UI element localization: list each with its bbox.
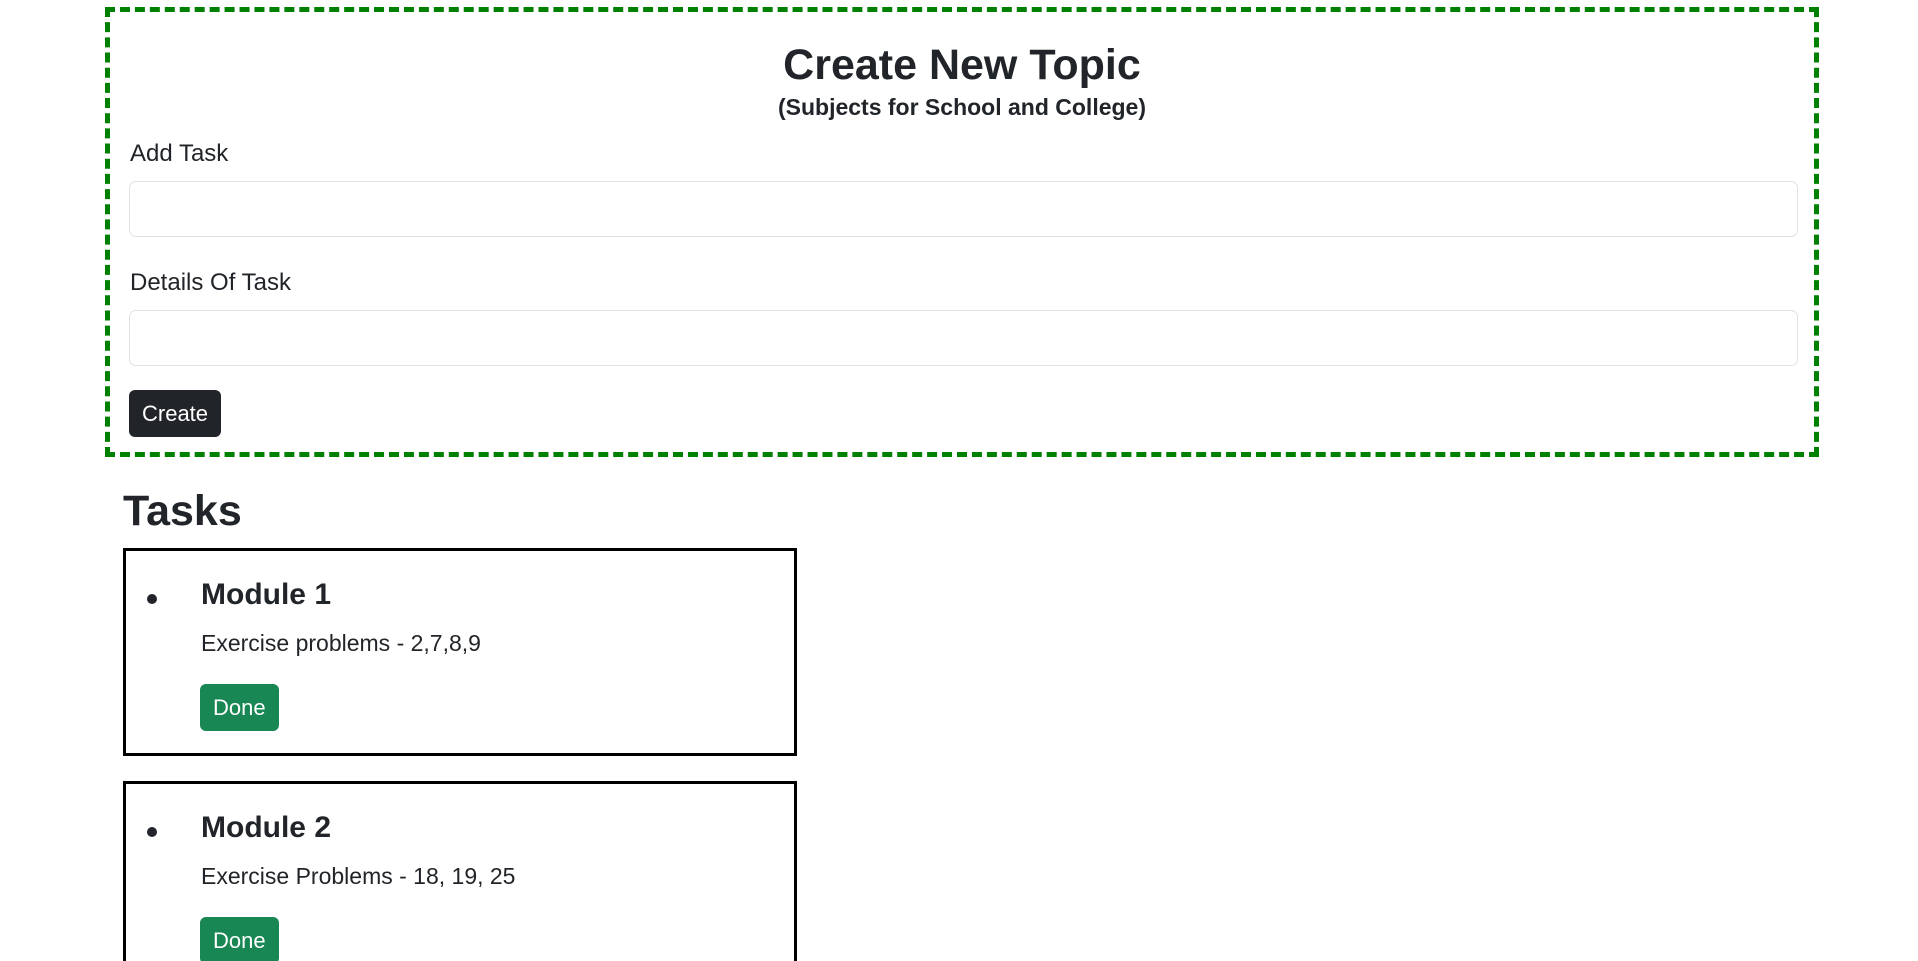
create-topic-form: Create New Topic (Subjects for School an…	[105, 7, 1819, 457]
task-details: Exercise Problems - 18, 19, 25	[201, 863, 516, 889]
bullet-icon	[147, 827, 157, 837]
add-task-input[interactable]	[129, 181, 1798, 237]
add-task-label: Add Task	[130, 140, 229, 167]
form-subtitle: (Subjects for School and College)	[777, 94, 1147, 120]
done-button[interactable]: Done	[200, 684, 279, 731]
form-title: Create New Topic	[783, 41, 1141, 89]
bullet-icon	[147, 594, 157, 604]
tasks-heading: Tasks	[123, 487, 242, 535]
task-card: Module 2 Exercise Problems - 18, 19, 25 …	[123, 781, 797, 961]
task-details-label: Details Of Task	[130, 269, 291, 296]
page: Create New Topic (Subjects for School an…	[0, 0, 1918, 961]
task-title: Module 1	[201, 578, 332, 611]
task-title: Module 2	[201, 811, 332, 844]
task-details: Exercise problems - 2,7,8,9	[201, 630, 481, 656]
create-button[interactable]: Create	[129, 390, 222, 437]
done-button[interactable]: Done	[200, 917, 279, 961]
task-details-input[interactable]	[129, 310, 1798, 366]
task-card: Module 1 Exercise problems - 2,7,8,9 Don…	[123, 548, 797, 756]
